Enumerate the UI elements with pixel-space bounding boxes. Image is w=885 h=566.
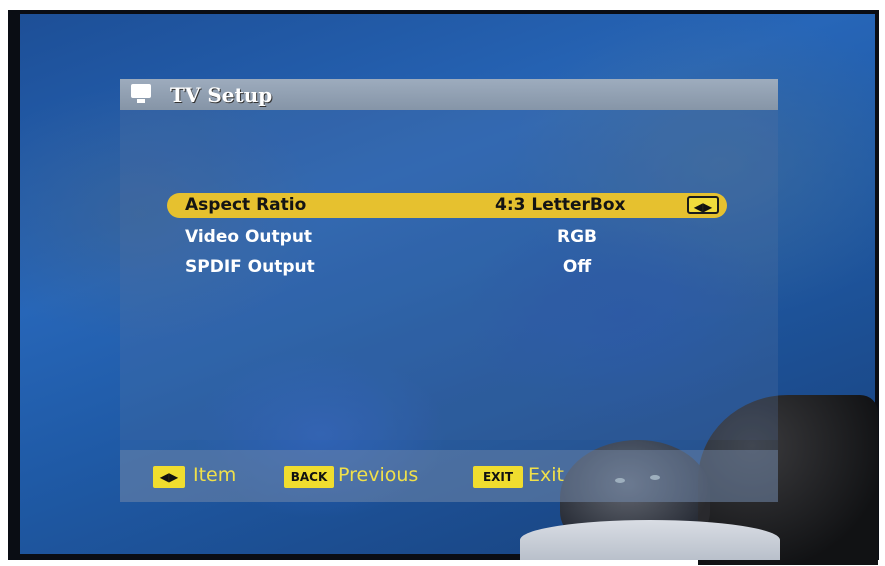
left-right-arrows-icon[interactable]: ◀▶	[687, 196, 719, 214]
previous-hint-label: Previous	[338, 464, 419, 486]
menu-item-aspect-ratio[interactable]: Aspect Ratio 4:3 LetterBox ◀▶	[167, 193, 727, 218]
menu-title: TV Setup	[170, 83, 273, 107]
tv-icon	[131, 84, 151, 103]
exit-hint-label: Exit	[528, 464, 564, 486]
pillow-image	[520, 520, 780, 560]
menu-item-value: Off	[562, 257, 592, 277]
back-key-icon: BACK	[284, 466, 334, 488]
menu-item-label: Video Output	[185, 227, 313, 247]
exit-key-icon: EXIT	[473, 466, 523, 488]
menu-item-spdif-output[interactable]: SPDIF Output Off	[167, 255, 727, 280]
item-key-icon: ◀▶	[153, 466, 185, 488]
item-hint-label: Item	[193, 464, 237, 486]
menu-item-value: 4:3 LetterBox	[495, 195, 626, 215]
menu-item-label: SPDIF Output	[185, 257, 315, 277]
menu-item-value: RGB	[556, 227, 597, 247]
menu-item-video-output[interactable]: Video Output RGB	[167, 225, 727, 250]
menu-item-label: Aspect Ratio	[185, 195, 307, 215]
